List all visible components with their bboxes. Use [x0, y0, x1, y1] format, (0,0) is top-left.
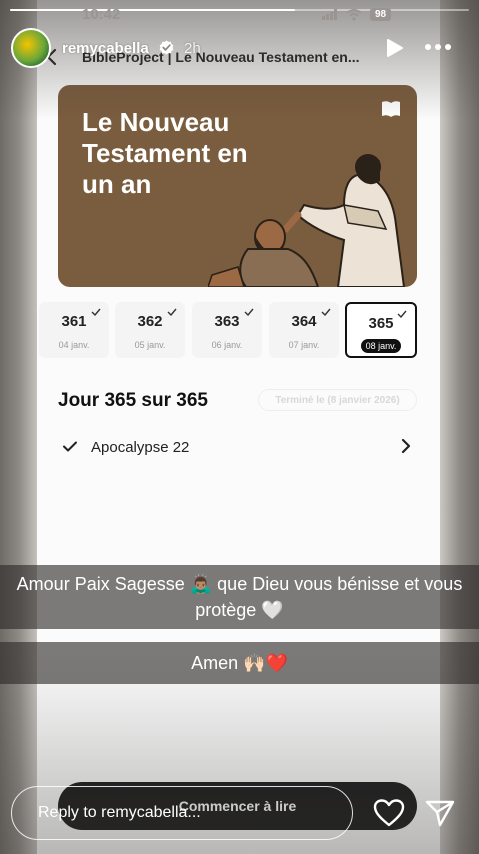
reading-plan-screenshot: BibleProject | Le Nouveau Testament en..…: [37, 0, 440, 854]
story-time-ago: 2h: [184, 40, 201, 57]
day-date: 04 janv.: [58, 340, 90, 350]
more-dot-icon: [435, 44, 441, 50]
day-tile[interactable]: 361 04 janv.: [39, 302, 109, 358]
day-tile-selected[interactable]: 365 08 janv.: [345, 302, 417, 358]
send-icon[interactable]: [425, 799, 455, 827]
story-username[interactable]: remycabella: [62, 40, 149, 57]
more-dot-icon: [445, 44, 451, 50]
verified-badge-icon: [159, 40, 174, 55]
battery-indicator: 98: [370, 8, 392, 21]
day-tile[interactable]: 363 06 janv.: [192, 302, 262, 358]
day-heading: Jour 365 sur 365: [58, 390, 208, 411]
day-tile[interactable]: 364 07 janv.: [269, 302, 339, 358]
jesus-lifting-man-illustration: [208, 154, 406, 287]
avatar[interactable]: [11, 28, 51, 68]
signal-icon: [322, 9, 337, 20]
day-date: 08 janv.: [361, 339, 401, 353]
story-progress-fill: [10, 9, 295, 11]
reading-item[interactable]: Apocalypse 22: [58, 430, 418, 464]
checkmark-icon: [91, 308, 101, 316]
finished-date-pill: Terminé le (8 janvier 2026): [258, 389, 417, 411]
bookmark-icon[interactable]: [380, 99, 402, 121]
story-viewer: BibleProject | Le Nouveau Testament en..…: [0, 0, 479, 854]
story-caption: Amen 🙌🏻❤️: [0, 642, 479, 684]
checkmark-icon: [167, 308, 177, 316]
more-options-button[interactable]: [425, 40, 453, 54]
chevron-right-icon: [401, 438, 411, 454]
plan-banner: Le Nouveau Testament en un an: [58, 85, 417, 287]
status-time: 10:42: [82, 6, 121, 23]
day-date: 05 janv.: [134, 340, 166, 350]
checkmark-icon: [397, 310, 407, 318]
checkmark-icon: [321, 308, 331, 316]
day-tile[interactable]: 362 05 janv.: [115, 302, 185, 358]
reading-item-label: Apocalypse 22: [91, 439, 190, 456]
day-date: 06 janv.: [211, 340, 243, 350]
story-caption: Amour Paix Sagesse 🙇🏽‍♂️ que Dieu vous b…: [0, 565, 479, 629]
day-date: 07 janv.: [288, 340, 320, 350]
reply-input[interactable]: Reply to remycabella...: [11, 786, 353, 840]
status-icons: 98: [322, 8, 392, 21]
heart-icon[interactable]: [373, 799, 405, 827]
day-selector: 361 04 janv. 362 05 janv. 363 06 janv. 3…: [37, 302, 440, 358]
play-icon[interactable]: [384, 38, 404, 58]
more-dot-icon: [425, 44, 431, 50]
wifi-icon: [346, 8, 362, 21]
story-progress-bar: [10, 9, 469, 11]
reply-placeholder: Reply to remycabella...: [38, 804, 201, 821]
checkmark-icon: [244, 308, 254, 316]
checkmark-icon: [63, 441, 77, 452]
